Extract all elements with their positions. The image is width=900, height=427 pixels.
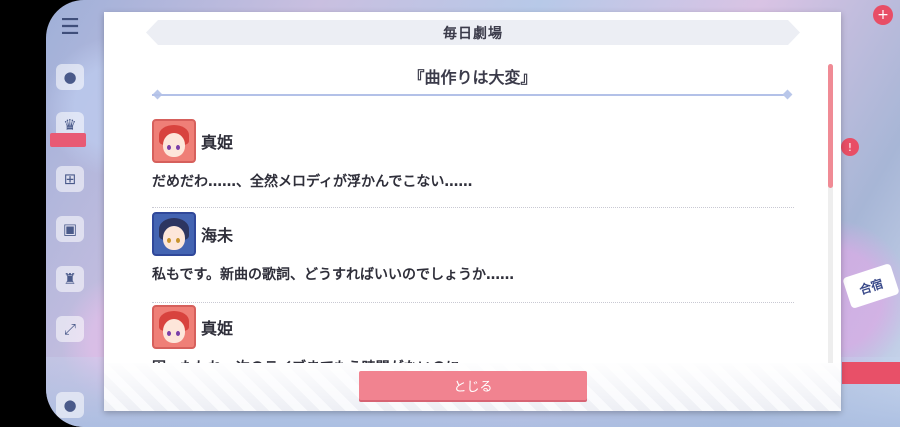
episode-title: 『曲作りは大変』 — [408, 68, 537, 87]
entry-divider — [152, 302, 794, 303]
title-divider — [152, 94, 790, 96]
maki-avatar — [152, 305, 196, 349]
chat-icon[interactable]: ● — [56, 64, 84, 90]
profile-icon[interactable]: ● — [56, 392, 84, 418]
speaker-name: 真姫 — [201, 319, 234, 338]
dialogue-text: だめだわ……、全然メロディが浮かんでこない…… — [152, 174, 473, 190]
scrollbar-thumb[interactable] — [828, 64, 833, 188]
notification-badge: ! — [841, 138, 859, 156]
speaker-row: 真姫 — [152, 119, 794, 163]
umi-avatar — [152, 212, 196, 256]
dialogue-text: 私もです。新曲の歌詞、どうすればいいのでしょうか…… — [152, 267, 515, 283]
event-tag — [50, 133, 86, 147]
entry-divider — [152, 207, 794, 208]
dialogue-entry: 真姫 だめだわ……、全然メロディが浮かんでこない…… — [152, 119, 794, 191]
close-button[interactable]: とじる — [359, 371, 587, 400]
add-icon[interactable]: + — [873, 5, 893, 25]
divider-diamond-icon — [782, 89, 793, 100]
speaker-name: 海未 — [201, 226, 234, 245]
dialogue-entry: 海未 私もです。新曲の歌詞、どうすればいいのでしょうか…… — [152, 212, 794, 284]
daily-theater-dialog: 毎日劇場 『曲作りは大変』 真姫 だめだわ……、全然メロディが浮かんでこない…… — [104, 12, 841, 411]
hamburger-menu-icon[interactable]: ☰ — [56, 14, 84, 40]
dialog-header: 毎日劇場 — [146, 20, 800, 45]
speaker-row: 海未 — [152, 212, 794, 256]
maki-avatar — [152, 119, 196, 163]
expand-icon[interactable]: ⤢ — [56, 316, 84, 342]
event-banner[interactable] — [842, 362, 900, 384]
gift-icon[interactable]: ⊞ — [56, 166, 84, 192]
dialog-title: 毎日劇場 — [443, 25, 503, 42]
trophy-icon[interactable]: ♜ — [56, 266, 84, 292]
speaker-name: 真姫 — [201, 133, 234, 152]
dialogue-scroll-area[interactable]: 真姫 だめだわ……、全然メロディが浮かんでこない…… 海未 私もです。新曲の歌詞… — [104, 107, 841, 369]
speaker-row: 真姫 — [152, 305, 794, 349]
dialogue-entry: 真姫 困ったわね、次のライブまでもう時間がないのに — [152, 305, 794, 369]
monitor-icon[interactable]: ▣ — [56, 216, 84, 242]
